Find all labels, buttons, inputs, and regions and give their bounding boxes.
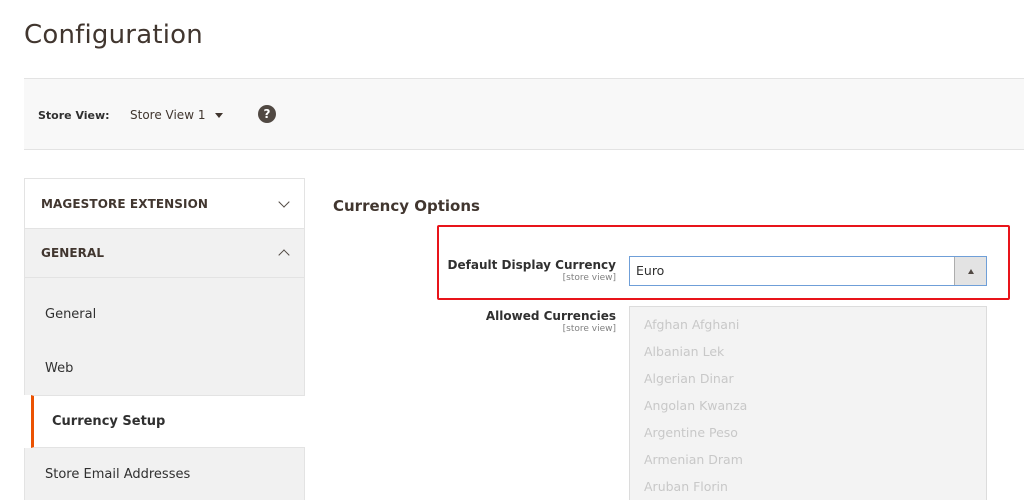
sidebar-item-currency-setup[interactable]: Currency Setup: [31, 395, 305, 448]
sidebar-item-label: Store Email Addresses: [45, 467, 191, 482]
caret-up-icon: [967, 268, 974, 274]
sidebar-item-web[interactable]: Web: [24, 342, 305, 395]
multiselect-option[interactable]: Argentine Peso: [644, 423, 986, 450]
sidebar-section-magestore-extension[interactable]: MAGESTORE EXTENSION: [24, 178, 305, 228]
multiselect-option[interactable]: Angolan Kwanza: [644, 396, 986, 423]
field-scope: [store view]: [562, 273, 616, 283]
chevron-down-icon: [278, 195, 290, 208]
sidebar-item-label: Web: [45, 361, 74, 376]
section-title: GENERAL: [41, 246, 105, 260]
sidebar-item-label: General: [45, 306, 97, 322]
store-view-label: Store View:: [38, 109, 110, 122]
caret-down-icon: [215, 112, 224, 118]
sidebar-item-label: Currency Setup: [52, 414, 166, 429]
multiselect-option[interactable]: Aruban Florin: [644, 477, 986, 500]
store-view-selected: Store View 1: [130, 108, 206, 122]
select-value: Euro: [636, 263, 665, 278]
multiselect-option[interactable]: Armenian Dram: [644, 450, 986, 477]
sidebar-item-general[interactable]: General: [24, 278, 305, 342]
store-view-scope-bar: Store View: Store View 1 ?: [24, 78, 1024, 150]
multiselect-option[interactable]: Algerian Dinar: [644, 369, 986, 396]
chevron-up-icon: [278, 249, 290, 261]
default-display-currency-select[interactable]: Euro: [629, 256, 987, 286]
sidebar-section-general[interactable]: GENERAL: [24, 228, 305, 278]
page-title: Configuration: [24, 20, 203, 50]
config-sidebar: MAGESTORE EXTENSION GENERAL General Web …: [24, 178, 305, 500]
field-label: Allowed Currencies: [485, 309, 616, 323]
section-title: MAGESTORE EXTENSION: [41, 196, 209, 211]
allowed-currencies-multiselect[interactable]: Afghan Afghani Albanian Lek Algerian Din…: [629, 306, 987, 500]
allowed-currencies-label: Allowed Currencies [store view]: [486, 309, 616, 334]
default-display-currency-label: Default Display Currency [store view]: [448, 258, 616, 283]
sidebar-item-store-email-addresses[interactable]: Store Email Addresses: [24, 448, 305, 500]
multiselect-option[interactable]: Albanian Lek: [644, 342, 986, 369]
question-circle-icon[interactable]: ?: [258, 105, 276, 123]
multiselect-option[interactable]: Afghan Afghani: [644, 315, 986, 342]
group-title-currency-options[interactable]: Currency Options: [333, 197, 480, 215]
field-scope: [store view]: [562, 324, 616, 334]
field-label: Default Display Currency: [447, 258, 616, 272]
select-toggle-button[interactable]: [954, 257, 986, 285]
store-view-switcher[interactable]: Store View 1: [130, 108, 224, 122]
